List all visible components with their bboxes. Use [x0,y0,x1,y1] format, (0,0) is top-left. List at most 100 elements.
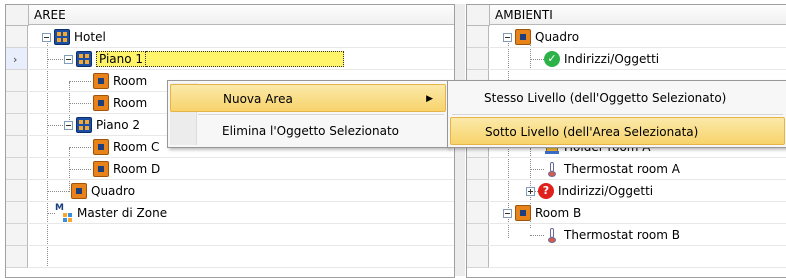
tree-item-label: Room [113,74,148,88]
tree-row-empty[interactable] [29,224,454,246]
row-header[interactable] [467,224,489,246]
row-header[interactable] [6,92,28,114]
collapse-icon[interactable] [64,54,73,64]
row-header[interactable] [6,202,28,224]
tree-row[interactable]: Hotel [29,26,454,48]
tree-item-room[interactable]: Room [93,94,147,112]
thermostat-icon [544,161,560,177]
tree-item-label-selected: Piano 1 [96,51,147,67]
header-corner [467,5,490,26]
tree-row[interactable]: Master di Zone [29,202,454,224]
menu-item-sotto-livello[interactable]: Sotto Livello (dell'Area Selezionata) [450,117,785,145]
tree-row[interactable]: ? Indirizzi/Oggetti [490,180,786,202]
tree-row[interactable]: Room B [490,202,786,224]
menu-item-label: Sotto Livello (dell'Area Selezionata) [485,125,699,139]
ambienti-header[interactable]: AMBIENTI [490,5,786,25]
current-row-icon: › [13,53,18,66]
row-header[interactable] [6,114,28,136]
row-header[interactable] [6,26,28,48]
tree-item-label: Piano 2 [96,118,141,132]
row-header[interactable] [6,70,28,92]
tree-row[interactable]: Room D [29,158,454,180]
tree-item-label: Master di Zone [77,206,168,220]
context-submenu: Stesso Livello (dell'Oggetto Selezionato… [447,80,786,148]
tree-item-label: Thermostat room A [564,162,680,176]
room-icon [93,139,109,155]
row-header[interactable] [6,136,28,158]
tree-item-label: Indirizzi/Oggetti [564,52,660,66]
room-icon [515,29,531,45]
tree-line [69,169,91,170]
tree-row[interactable]: Quadro [29,180,454,202]
tree-line [530,235,544,236]
tree-item-room-c[interactable]: Room C [93,138,159,156]
tree-item-thermostat-room-b[interactable]: Thermostat room B [544,226,680,244]
tree-item-room-b[interactable]: Room B [503,204,581,222]
tree-item-quadro[interactable]: Quadro [503,28,579,46]
master-zone-icon [55,203,73,221]
tree-line [47,213,55,214]
tree-item-piano-2[interactable]: Piano 2 [64,116,140,134]
selection-highlight [146,51,345,67]
tree-row[interactable]: Thermostat room B [490,224,786,246]
room-icon [93,95,109,111]
tree-item-room[interactable]: Room [93,72,147,90]
menu-item-nuova-area[interactable]: Nuova Area ▶ [170,84,446,112]
tree-line [69,81,91,82]
menu-item-label: Stesso Livello (dell'Oggetto Selezionato… [484,91,727,105]
row-header[interactable] [6,158,28,180]
row-header[interactable] [6,246,28,268]
expand-icon[interactable] [526,186,535,196]
row-header[interactable] [467,180,489,202]
tree-item-indirizzi-oggetti[interactable]: ✓ Indirizzi/Oggetti [544,50,659,68]
tree-item-label: Room D [113,162,161,176]
menu-item-elimina[interactable]: Elimina l'Oggetto Selezionato [170,117,446,145]
tree-line [530,169,544,170]
row-header[interactable] [467,158,489,180]
tree-item-thermostat-room-a[interactable]: Thermostat room A [544,160,680,178]
tree-row[interactable]: Thermostat room A [490,158,786,180]
context-menu: Nuova Area ▶ Elimina l'Oggetto Seleziona… [167,80,449,148]
tree-row[interactable]: ✓ Indirizzi/Oggetti [490,48,786,70]
tree-item-piano-1[interactable]: Piano 1 [64,50,345,68]
tree-item-room-d[interactable]: Room D [93,160,160,178]
tree-row-empty[interactable] [490,246,786,268]
header-corner [6,5,29,26]
menu-item-stesso-livello[interactable]: Stesso Livello (dell'Oggetto Selezionato… [450,84,785,112]
collapse-icon[interactable] [64,120,73,130]
tree-item-hotel[interactable]: Hotel [42,28,106,46]
thermostat-icon [544,227,560,243]
room-icon [71,183,87,199]
submenu-arrow-icon: ▶ [426,94,433,104]
room-icon [93,161,109,177]
tree-line [69,103,91,104]
tree-item-label: Quadro [535,30,580,44]
tree-item-label: Indirizzi/Oggetti [558,184,654,198]
area-icon [76,117,92,133]
tree-item-label: Hotel [74,30,106,44]
tree-item-label: Thermostat room B [564,228,680,242]
row-header[interactable] [467,202,489,224]
tree-line [530,59,544,60]
tree-item-label: Room B [535,206,582,220]
aree-header[interactable]: AREE [29,5,454,25]
row-header-current[interactable]: › [6,48,28,70]
tree-row-empty[interactable] [29,246,454,268]
tree-item-label: Quadro [91,184,136,198]
tree-item-quadro[interactable]: Quadro [71,182,135,200]
tree-item-indirizzi-oggetti[interactable]: ? Indirizzi/Oggetti [526,182,653,200]
tree-item-master-di-zone[interactable]: Master di Zone [55,203,168,222]
question-icon: ? [538,183,554,199]
tree-row[interactable]: Piano 1 [29,48,454,70]
tree-row[interactable]: Quadro [490,26,786,48]
row-header[interactable] [6,224,28,246]
row-header[interactable] [467,246,489,268]
collapse-icon[interactable] [503,208,512,218]
collapse-icon[interactable] [503,32,512,42]
row-header[interactable] [467,26,489,48]
row-header[interactable] [467,48,489,70]
room-icon [93,73,109,89]
collapse-icon[interactable] [42,32,51,42]
menu-separator [452,114,783,115]
row-header[interactable] [6,180,28,202]
